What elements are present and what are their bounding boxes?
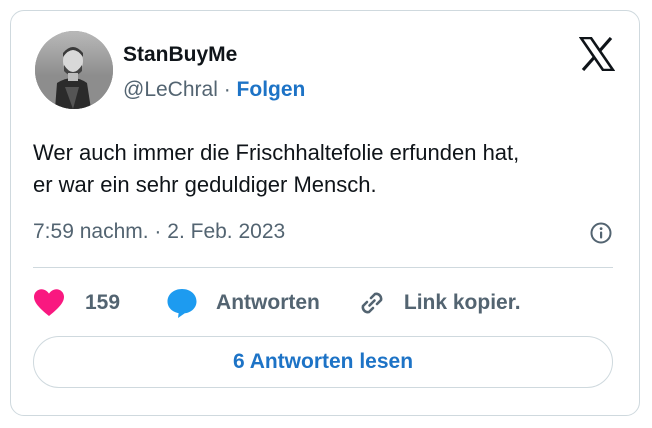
reply-button[interactable]: Antworten: [166, 287, 320, 319]
user-handle[interactable]: @LeChral: [123, 78, 218, 101]
heart-icon: [34, 289, 64, 316]
tweet-text-line: er war ein sehr geduldiger Mensch.: [33, 172, 377, 197]
like-count: 159: [85, 291, 121, 314]
tweet-text-line: Wer auch immer die Frischhaltefolie erfu…: [33, 140, 520, 165]
follow-link[interactable]: Folgen: [237, 78, 306, 101]
copy-link-button[interactable]: Link kopier.: [356, 287, 521, 319]
tweet-text: Wer auch immer die Frischhaltefolie erfu…: [33, 137, 623, 201]
copy-link-label: Link kopier.: [403, 291, 521, 314]
tweet-time[interactable]: 7:59 nachm.: [33, 220, 149, 243]
handle-row: @LeChral · Folgen: [123, 77, 305, 103]
like-button[interactable]: 159: [33, 288, 120, 318]
divider: [33, 267, 613, 268]
handle-separator: ·: [223, 78, 231, 101]
reply-label: Antworten: [216, 291, 320, 314]
avatar-photo: [35, 31, 113, 109]
avatar[interactable]: [35, 31, 113, 109]
read-replies-button[interactable]: 6 Antworten lesen: [33, 336, 613, 388]
date-separator: ·: [154, 220, 162, 243]
x-logo-icon[interactable]: [579, 37, 615, 71]
tweet-date[interactable]: 2. Feb. 2023: [167, 220, 285, 243]
display-name[interactable]: StanBuyMe: [123, 42, 237, 68]
timestamp: 7:59 nachm. · 2. Feb. 2023: [33, 219, 285, 245]
action-bar: 159 Antworten Link kopier.: [33, 283, 521, 323]
speech-bubble-icon: [167, 289, 197, 318]
tweet-card: StanBuyMe @LeChral · Folgen Wer auch imm…: [10, 10, 640, 416]
link-icon: [361, 292, 383, 314]
info-icon[interactable]: [589, 221, 613, 245]
